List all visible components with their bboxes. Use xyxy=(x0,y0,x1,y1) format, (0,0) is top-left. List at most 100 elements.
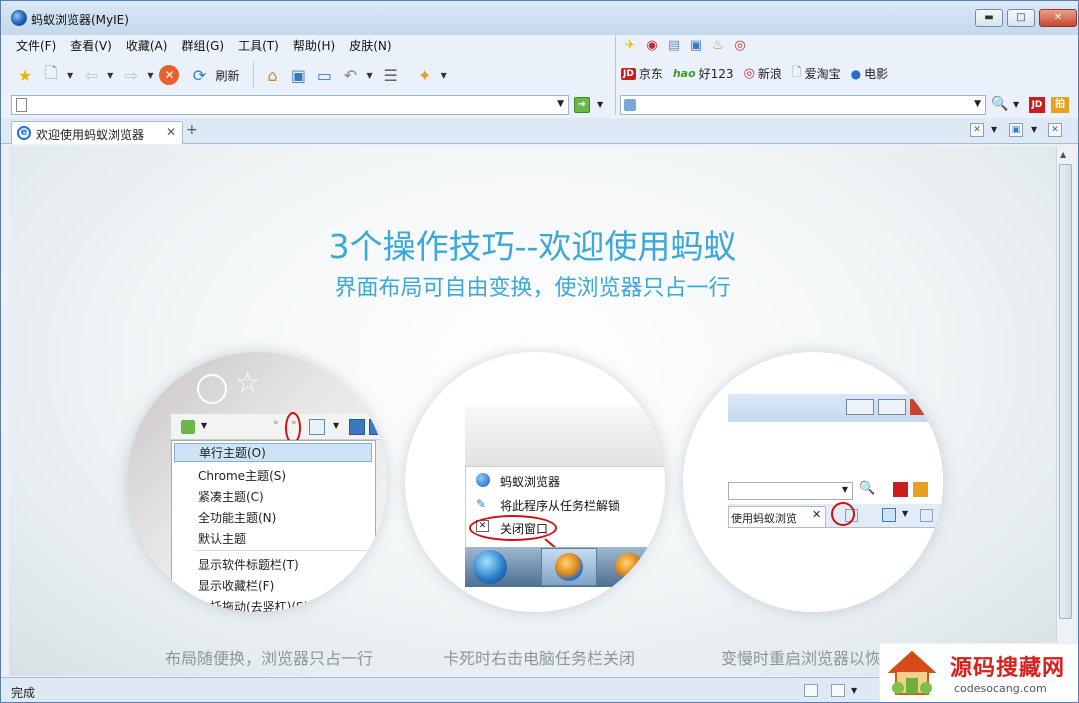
address-bar[interactable]: ▼ xyxy=(11,95,569,115)
taskbar-app-button xyxy=(541,548,597,586)
close-tab-dropdown-icon[interactable]: ▼ xyxy=(991,125,997,134)
home-icon[interactable]: ⌂ xyxy=(260,63,284,87)
jumplist-app: 蚂蚁浏览器 xyxy=(500,475,561,489)
forward-dropdown-icon[interactable]: ▼ xyxy=(147,71,153,80)
magic-dropdown-icon[interactable]: ▼ xyxy=(441,71,447,80)
tip-1-caption: 布局随便换，浏览器只占一行 xyxy=(165,649,374,668)
search-box[interactable]: ▼ xyxy=(620,95,986,115)
refresh-label[interactable]: 刷新 xyxy=(215,67,239,84)
go-button[interactable]: ➜ xyxy=(574,97,590,113)
menu-item-show-favorites: 显示收藏栏(F) xyxy=(198,579,275,593)
theme-dropdown-icon[interactable]: ▼ xyxy=(1031,125,1037,134)
tip-2-illustration: 蚂蚁浏览器 ✎ 将此程序从任务栏解锁 ✕ 关闭窗口 xyxy=(405,352,665,612)
new-tab-button[interactable]: + xyxy=(186,122,198,138)
undo-dropdown-icon[interactable]: ▼ xyxy=(366,71,372,80)
search-dropdown-icon[interactable]: ▼ xyxy=(974,99,981,109)
quick-link-movie[interactable]: ● 电影 xyxy=(851,65,889,82)
forward-arrow-icon[interactable]: ⇨ xyxy=(119,63,143,87)
quick-link-sina[interactable]: ◎ 新浪 xyxy=(744,65,782,82)
page-info-icon[interactable] xyxy=(804,684,818,697)
tab-welcome[interactable]: e 欢迎使用蚂蚁浏览器 ✕ xyxy=(11,121,183,144)
undo-icon[interactable]: ↶ xyxy=(338,63,362,87)
menu-help[interactable]: 帮助(H) xyxy=(286,37,342,55)
menu-item-full: 全功能主题(N) xyxy=(198,511,277,525)
theme-dropdown-icon: ▼ xyxy=(333,421,340,430)
quick-link-jd[interactable]: JD 京东 xyxy=(621,65,663,82)
clock-icon xyxy=(197,374,227,404)
page-headline: 3个操作技巧--欢迎使用蚂蚁 xyxy=(328,227,737,266)
window-title: 蚂蚁浏览器(MyIE) xyxy=(31,13,129,27)
history-icon[interactable]: ▣ xyxy=(286,63,310,87)
plane-icon[interactable]: ✈ xyxy=(621,36,639,54)
tab-label: 欢迎使用蚂蚁浏览器 xyxy=(36,128,145,142)
back-dropdown-icon[interactable]: ▼ xyxy=(107,71,113,80)
search-icon[interactable]: 🔍 xyxy=(991,96,1008,112)
weibo-icon[interactable]: ◎ xyxy=(731,36,749,54)
go-dropdown-icon[interactable]: ▼ xyxy=(597,100,603,109)
tip-3-caption: 变慢时重启浏览器以恢 xyxy=(721,649,882,668)
screenshot-icon[interactable]: ▣ xyxy=(687,36,705,54)
maximize-button[interactable]: □ xyxy=(1007,9,1035,27)
title-bar: 蚂蚁浏览器(MyIE) ▬ □ ✕ xyxy=(1,1,1078,35)
address-dropdown-icon[interactable]: ▼ xyxy=(557,99,564,109)
tip-1-illustration: ☆ ▼ » » ▼ 单行主题(O) Chrome主题(S) 紧凑主题(C) 全功… xyxy=(127,352,387,612)
new-page-dropdown-icon[interactable]: ▼ xyxy=(67,71,73,80)
tip-3-illustration: ▼ 🔍 使用蚂蚁浏览 ✕ ▼ xyxy=(683,352,943,612)
menu-groups[interactable]: 群组(G) xyxy=(174,37,231,55)
back-arrow-icon[interactable]: ⇦ xyxy=(79,63,103,87)
theme-icon[interactable]: ▣ xyxy=(1009,123,1023,137)
notepad-icon[interactable]: ▤ xyxy=(665,36,683,54)
vertical-scrollbar[interactable]: ▲ ▼ xyxy=(1056,146,1073,676)
menu-skin[interactable]: 皮肤(N) xyxy=(342,37,398,55)
menu-file[interactable]: 文件(F) xyxy=(9,37,63,55)
minimize-button[interactable]: ▬ xyxy=(975,9,1003,27)
stop-icon[interactable]: ✕ xyxy=(159,65,180,85)
dropdown-icon: ▼ xyxy=(201,421,208,430)
toolbar-separator xyxy=(253,62,255,88)
hao-icon: hao xyxy=(672,67,696,80)
weibo-icon: ◎ xyxy=(743,66,755,81)
scroll-up-icon[interactable]: ▲ xyxy=(1060,150,1066,159)
theme-icon xyxy=(882,508,896,522)
page-subheadline: 界面布局可自由变换，使浏览器只占一行 xyxy=(334,276,731,301)
jd-icon xyxy=(893,482,908,497)
menu-item-drag: …托拖动(去竖杠)(S) xyxy=(198,600,309,612)
quick-link-aitaobao[interactable]: 🗋 爱淘宝 xyxy=(792,63,841,84)
close-button[interactable]: ✕ xyxy=(1039,9,1077,27)
window-titlebar xyxy=(728,394,943,422)
browser-globe-icon xyxy=(555,553,583,581)
quick-link-hao123[interactable]: hao 好123 xyxy=(673,65,734,82)
menu-divider xyxy=(194,550,374,551)
paipai-search-icon[interactable]: 拍 xyxy=(1051,97,1069,113)
menu-tools[interactable]: 工具(T) xyxy=(231,37,286,55)
scroll-thumb[interactable] xyxy=(1059,164,1072,619)
watermark-url: codesocang.com xyxy=(954,682,1047,695)
menu-view[interactable]: 查看(V) xyxy=(63,37,119,55)
tab-close-icon[interactable]: ✕ xyxy=(166,125,176,139)
refresh-icon[interactable]: ⟳ xyxy=(187,63,211,87)
download-icon[interactable] xyxy=(831,684,845,697)
close-tab-icon[interactable]: ✕ xyxy=(970,123,984,137)
magic-wand-icon[interactable]: ✦ xyxy=(413,63,437,87)
page-icon xyxy=(16,98,27,112)
tab-close-icon: ✕ xyxy=(812,508,822,521)
list-icon[interactable]: ☰ xyxy=(379,63,403,87)
paipai-icon xyxy=(913,482,928,497)
menu-favorites[interactable]: 收藏(A) xyxy=(119,37,175,55)
search-options-dropdown-icon[interactable]: ▼ xyxy=(1013,100,1019,109)
window-icon[interactable]: ▭ xyxy=(312,63,336,87)
quick-link-label: 电影 xyxy=(864,67,889,81)
mouse-gesture-icon[interactable]: ◉ xyxy=(643,36,661,54)
chevron-icon: » xyxy=(273,418,279,428)
dropdown-icon: ▼ xyxy=(841,485,848,494)
new-page-icon[interactable]: 🗋 xyxy=(39,63,63,87)
favorites-star-icon[interactable]: ★ xyxy=(13,63,37,87)
quick-link-label: 爱淘宝 xyxy=(804,67,841,81)
search-engine-icon[interactable] xyxy=(624,99,636,111)
highlight-circle xyxy=(469,515,557,541)
menu-item-show-title: 显示软件标题栏(T) xyxy=(198,558,299,572)
close-all-icon[interactable]: ✕ xyxy=(1048,123,1062,137)
cleaner-icon[interactable]: ♨ xyxy=(709,36,727,54)
jd-search-icon[interactable]: JD xyxy=(1029,97,1045,113)
status-dropdown-icon[interactable]: ▼ xyxy=(851,686,857,695)
